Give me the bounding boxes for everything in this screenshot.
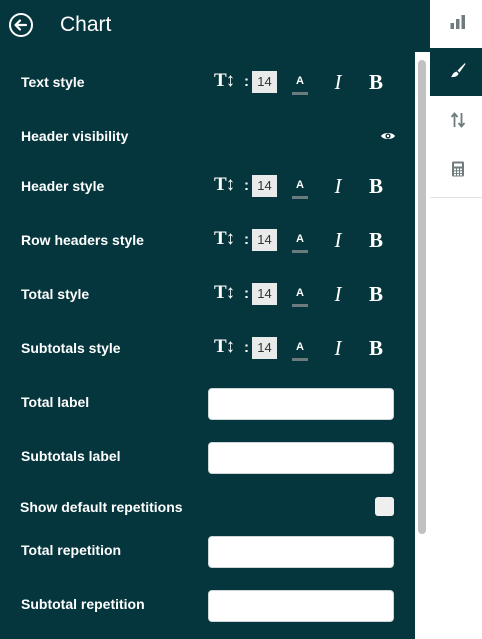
- calculator-icon: [452, 161, 464, 177]
- panel-header: Chart: [0, 0, 430, 52]
- scrollbar-thumb[interactable]: [418, 60, 426, 534]
- font-color-icon: A: [296, 75, 304, 87]
- separator-colon: :: [244, 73, 249, 90]
- sort-arrows-icon: [450, 112, 466, 128]
- italic-button[interactable]: I: [331, 228, 345, 252]
- tab-sort[interactable]: [430, 98, 482, 146]
- font-color-button[interactable]: A: [290, 68, 310, 98]
- header-visibility-row: Header visibility: [0, 116, 415, 156]
- font-size-value[interactable]: 14: [252, 71, 277, 93]
- font-size-value[interactable]: 14: [252, 283, 277, 305]
- separator-colon: :: [244, 339, 249, 356]
- page-title: Chart: [60, 13, 112, 36]
- text-size-icon[interactable]: T↕: [214, 175, 235, 195]
- font-color-button[interactable]: A: [290, 226, 310, 256]
- text-style-row: Text style T↕ : 14 A I B: [0, 62, 415, 102]
- header-style-row: Header style T↕ : 14 A I B: [0, 166, 415, 206]
- separator-colon: :: [244, 231, 249, 248]
- total-repetition-label: Total repetition: [21, 542, 122, 558]
- back-arrow-icon: [9, 13, 33, 37]
- font-size-value[interactable]: 14: [252, 337, 277, 359]
- subtotal-repetition-label: Subtotal repetition: [21, 596, 145, 612]
- subtotal-repetition-input[interactable]: [208, 590, 394, 622]
- subtotals-label-label: Subtotals label: [21, 448, 121, 464]
- font-color-swatch: [292, 92, 308, 95]
- paint-brush-icon: [451, 63, 466, 78]
- italic-button[interactable]: I: [331, 282, 345, 306]
- bold-button[interactable]: B: [368, 336, 384, 360]
- font-color-icon: A: [296, 341, 304, 353]
- bold-button[interactable]: B: [368, 174, 384, 198]
- right-sidebar: [430, 0, 482, 639]
- bold-button[interactable]: B: [368, 70, 384, 94]
- font-color-swatch: [292, 250, 308, 253]
- text-size-icon[interactable]: T↕: [214, 229, 235, 249]
- total-label-input[interactable]: [208, 388, 394, 420]
- separator-colon: :: [244, 177, 249, 194]
- text-size-icon[interactable]: T↕: [214, 71, 235, 91]
- total-repetition-input[interactable]: [208, 536, 394, 568]
- show-default-repetitions-row: Show default repetitions: [0, 487, 415, 527]
- text-size-icon[interactable]: T↕: [214, 337, 235, 357]
- text-style-controls: T↕ : 14 A I B: [214, 62, 394, 102]
- font-size-value[interactable]: 14: [252, 229, 277, 251]
- tab-calculations[interactable]: [430, 147, 482, 195]
- font-size-value[interactable]: 14: [252, 175, 277, 197]
- font-color-swatch: [292, 358, 308, 361]
- font-color-swatch: [292, 196, 308, 199]
- font-color-button[interactable]: A: [290, 280, 310, 310]
- total-style-controls: T↕ : 14 A I B: [214, 274, 394, 314]
- bold-button[interactable]: B: [368, 282, 384, 306]
- back-button[interactable]: [8, 12, 34, 38]
- total-label-label: Total label: [21, 394, 90, 410]
- font-color-swatch: [292, 304, 308, 307]
- row-headers-style-label: Row headers style: [21, 232, 144, 248]
- separator-colon: :: [244, 285, 249, 302]
- bold-button[interactable]: B: [368, 228, 384, 252]
- header-style-controls: T↕ : 14 A I B: [214, 166, 394, 206]
- tab-chart-type[interactable]: [430, 0, 482, 48]
- subtotals-style-row: Subtotals style T↕ : 14 A I B: [0, 328, 415, 368]
- show-default-repetitions-label: Show default repetitions: [20, 499, 183, 515]
- header-style-label: Header style: [21, 178, 105, 194]
- eye-icon[interactable]: [380, 128, 396, 144]
- italic-button[interactable]: I: [331, 70, 345, 94]
- font-color-icon: A: [296, 287, 304, 299]
- font-color-icon: A: [296, 233, 304, 245]
- row-headers-style-controls: T↕ : 14 A I B: [214, 220, 394, 260]
- total-style-row: Total style T↕ : 14 A I B: [0, 274, 415, 314]
- font-color-icon: A: [296, 179, 304, 191]
- show-default-repetitions-checkbox[interactable]: [375, 497, 394, 516]
- chart-settings-panel: Chart Text style T↕ : 14 A I B Header vi…: [0, 0, 430, 639]
- subtotals-label-input[interactable]: [208, 442, 394, 474]
- total-style-label: Total style: [21, 286, 90, 302]
- subtotals-style-controls: T↕ : 14 A I B: [214, 328, 394, 368]
- sidebar-divider: [430, 197, 482, 198]
- subtotals-style-label: Subtotals style: [21, 340, 121, 356]
- italic-button[interactable]: I: [331, 174, 345, 198]
- row-headers-style-row: Row headers style T↕ : 14 A I B: [0, 220, 415, 260]
- italic-button[interactable]: I: [331, 336, 345, 360]
- tab-style[interactable]: [430, 48, 482, 96]
- font-color-button[interactable]: A: [290, 172, 310, 202]
- font-color-button[interactable]: A: [290, 334, 310, 364]
- text-style-label: Text style: [21, 74, 85, 90]
- text-size-icon[interactable]: T↕: [214, 283, 235, 303]
- header-visibility-label: Header visibility: [21, 128, 129, 144]
- bar-chart-icon: [450, 15, 465, 29]
